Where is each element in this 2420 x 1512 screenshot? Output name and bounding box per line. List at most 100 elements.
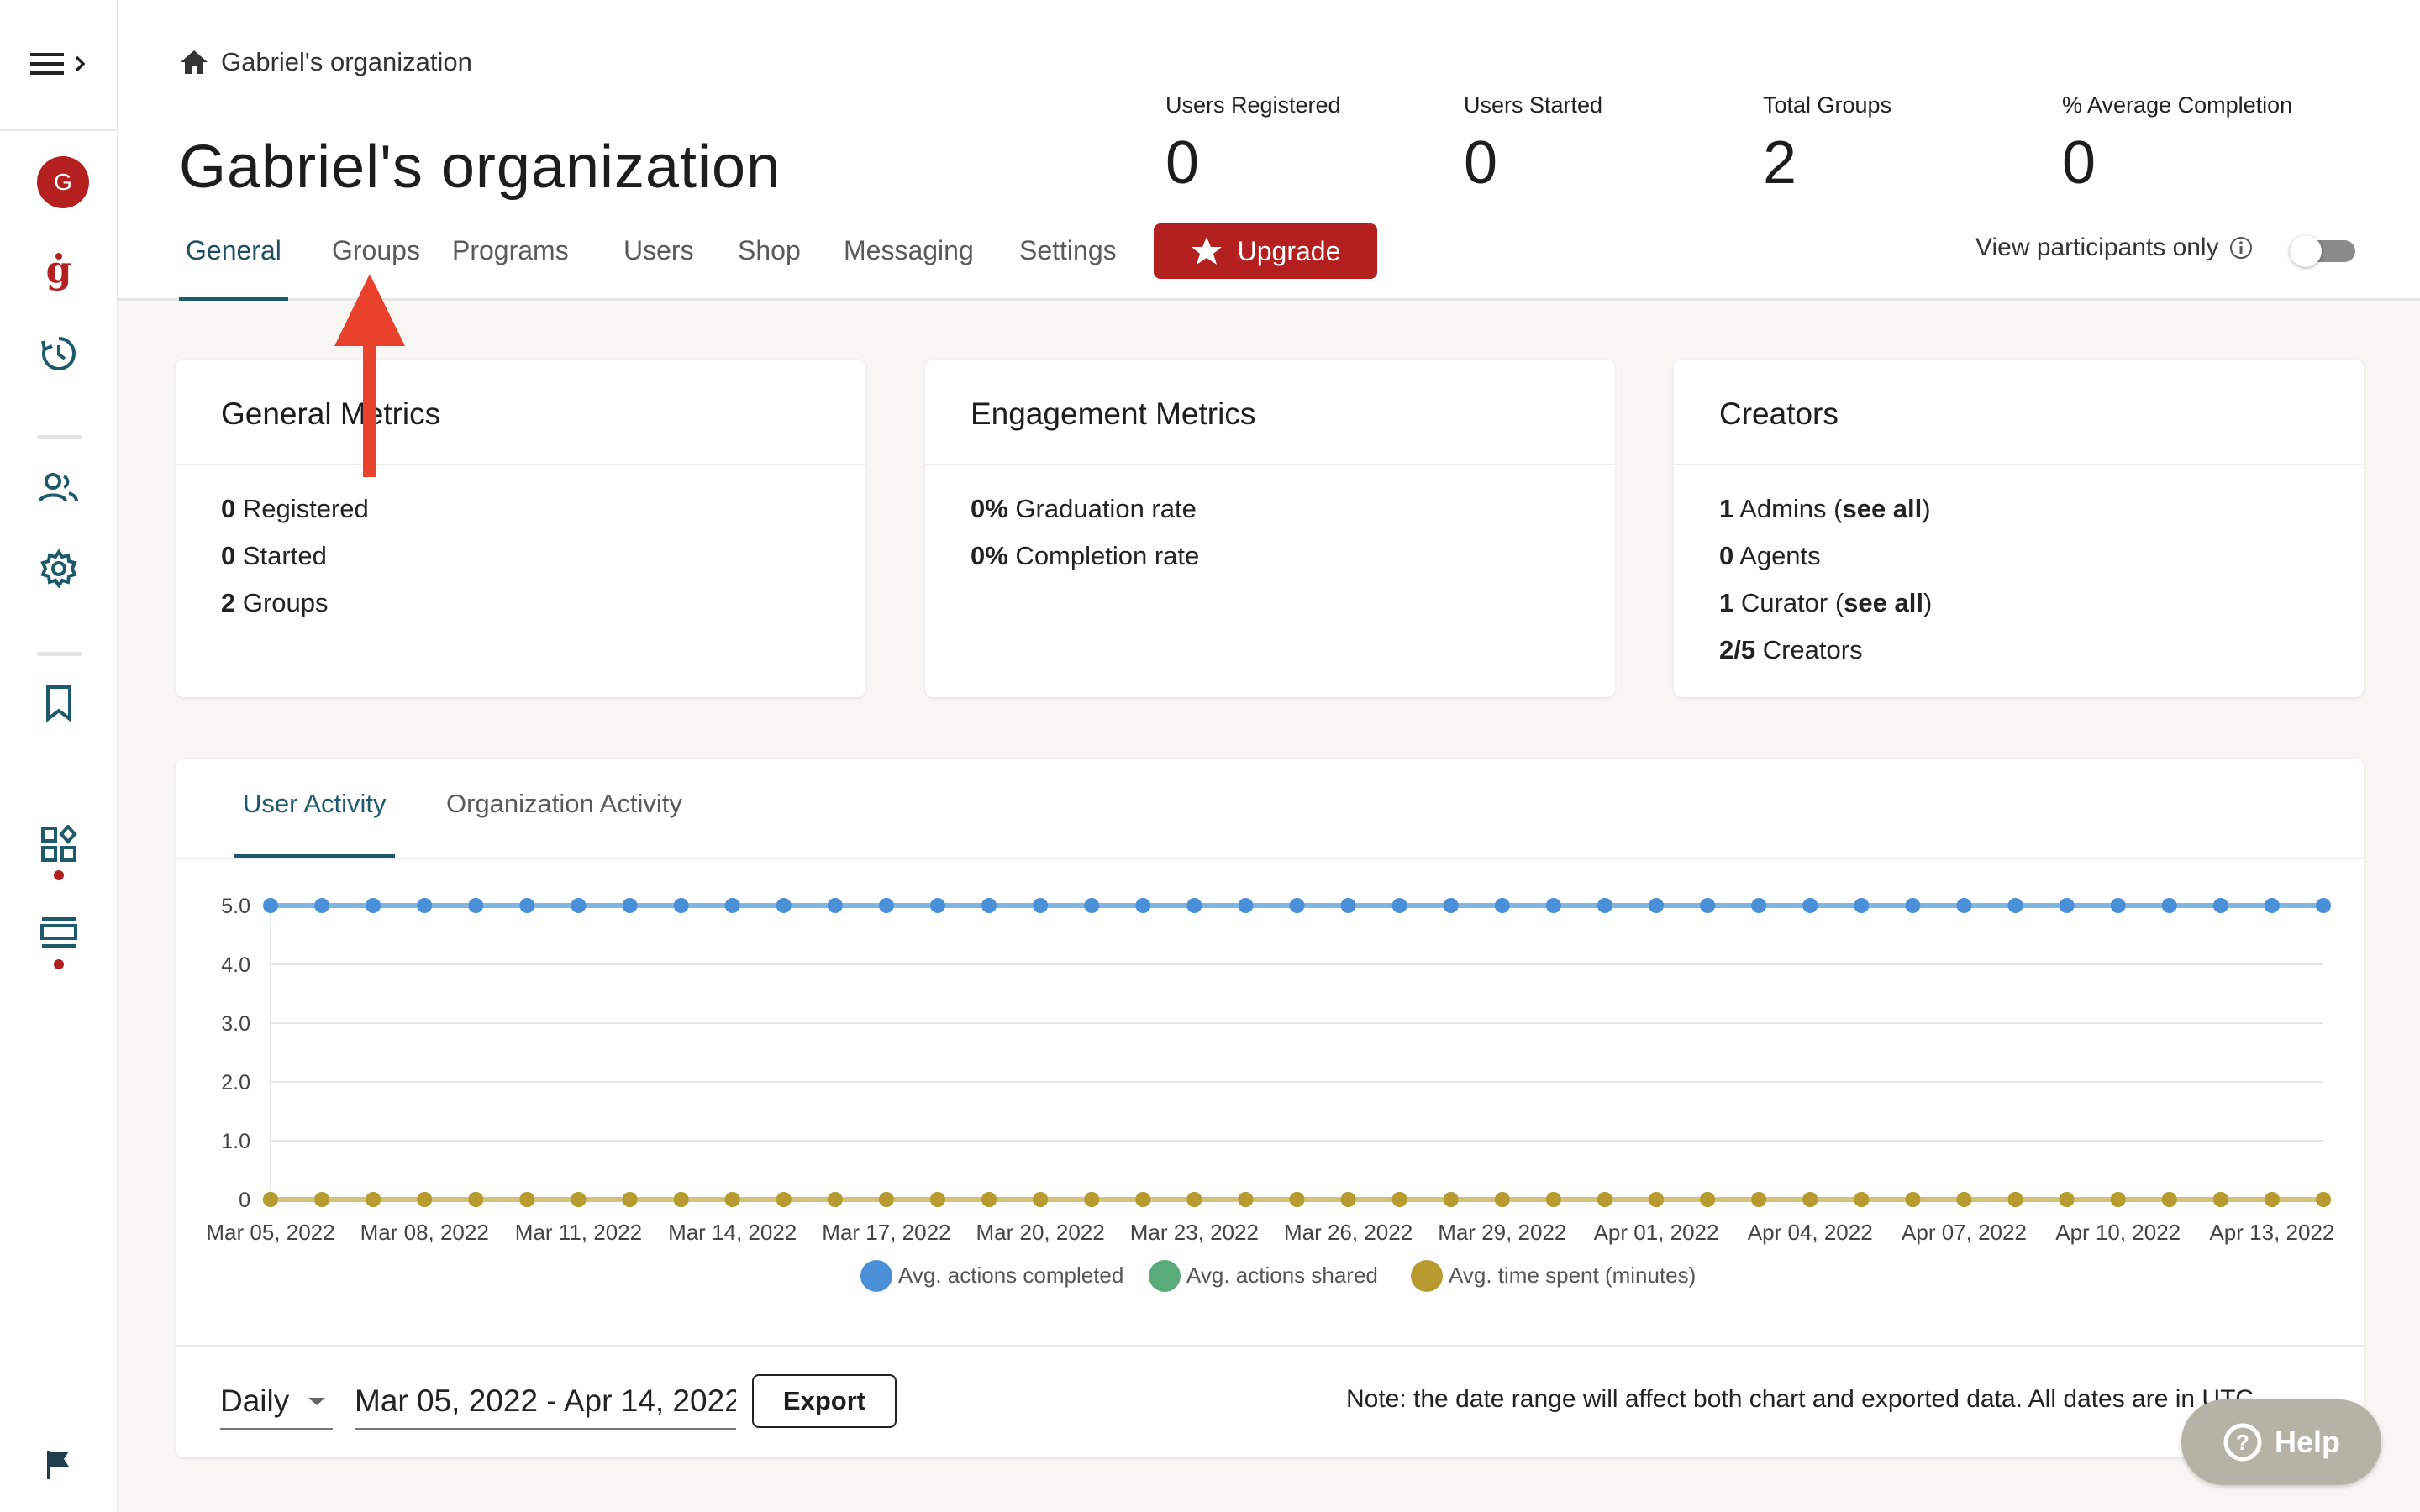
data-point [2110, 898, 2126, 913]
data-point [622, 898, 638, 913]
chevron-right-icon [75, 55, 86, 72]
user-activity-chart: 0 1.0 2.0 3.0 4.0 5.0 Mar 05, 2022 Mar 08, 2022… [206, 895, 2334, 1292]
data-point [1084, 1192, 1100, 1207]
card-divider [1674, 464, 2364, 465]
data-point [1494, 898, 1510, 913]
legend-label: Avg. actions completed [898, 1263, 1123, 1288]
creators-card: Creators 1 Admins (see all) 0 Agents 1 C… [1674, 360, 2364, 697]
data-point [1084, 898, 1100, 913]
stat-label: Users Registered [1165, 92, 1341, 118]
x-tick-label: Apr 13, 2022 [2209, 1220, 2334, 1245]
sidebar: G g [0, 0, 118, 1512]
data-point [1186, 1192, 1202, 1207]
star-icon [1191, 237, 1222, 265]
apps-icon[interactable] [38, 823, 80, 865]
data-point [1545, 898, 1561, 913]
help-button[interactable]: ? Help [2181, 1399, 2381, 1485]
users-icon[interactable] [38, 467, 80, 509]
x-tick-label: Apr 10, 2022 [2055, 1220, 2181, 1245]
stat-users-started: Users Started 0 [1464, 92, 1602, 197]
metric-completion-rate: 0% Completion rate [971, 541, 1200, 570]
breadcrumb[interactable]: Gabriel's organization [179, 47, 472, 77]
stat-average-completion: % Average Completion 0 [2062, 92, 2292, 197]
history-icon[interactable] [38, 333, 80, 375]
flag-icon[interactable] [38, 1443, 80, 1485]
notification-dot [54, 959, 64, 969]
data-point [878, 898, 894, 913]
data-point [2212, 898, 2228, 913]
avatar[interactable]: G [37, 156, 89, 208]
x-tick-label: Mar 05, 2022 [206, 1220, 334, 1245]
data-point [724, 1192, 740, 1207]
data-point [673, 898, 689, 913]
metric-admins: 1 Admins (see all) [1719, 494, 1931, 523]
interval-value: Daily [220, 1383, 290, 1418]
engagement-metrics-card: Engagement Metrics 0% Graduation rate 0%… [925, 360, 1615, 697]
interval-select[interactable]: Daily [220, 1374, 333, 1430]
data-point [1956, 1192, 1972, 1207]
breadcrumb-label: Gabriel's organization [221, 47, 472, 76]
tab-programs[interactable]: Programs [445, 235, 576, 301]
upgrade-label: Upgrade [1237, 235, 1341, 266]
sidebar-divider [0, 129, 118, 131]
see-all-curators-link[interactable]: see all [1844, 588, 1923, 617]
data-point [2264, 898, 2280, 913]
data-point [468, 1192, 484, 1207]
tab-shop[interactable]: Shop [731, 235, 808, 301]
see-all-admins-link[interactable]: see all [1842, 494, 1922, 523]
data-point [1802, 898, 1818, 913]
upgrade-button[interactable]: Upgrade [1154, 223, 1377, 279]
page-title: Gabriel's organization [179, 134, 781, 201]
date-range-input[interactable]: Mar 05, 2022 - Apr 14, 2022 [355, 1374, 736, 1430]
layout-icon[interactable] [38, 912, 80, 954]
x-tick-label: Mar 08, 2022 [360, 1220, 489, 1245]
view-participants-text: View participants only [1975, 234, 2219, 261]
bookmark-icon[interactable] [38, 682, 80, 724]
menu-icon [30, 53, 64, 75]
data-point [2059, 1192, 2075, 1207]
legend-label: Avg. actions shared [1186, 1263, 1378, 1288]
data-point [2316, 1192, 2331, 1207]
data-point [981, 898, 997, 913]
tab-general[interactable]: General [179, 235, 288, 301]
sidebar-divider [37, 435, 82, 439]
gear-icon[interactable] [38, 548, 80, 590]
x-tick-label: Apr 04, 2022 [1748, 1220, 1873, 1245]
x-tick-label: Apr 07, 2022 [1902, 1220, 2027, 1245]
export-button[interactable]: Export [752, 1374, 897, 1428]
toggle-thumb [2290, 235, 2322, 267]
data-point [1340, 898, 1356, 913]
tab-messaging[interactable]: Messaging [837, 235, 981, 301]
caret-down-icon [308, 1398, 326, 1405]
info-icon[interactable] [2229, 236, 2253, 260]
card-title: General Metrics [221, 396, 441, 431]
sidebar-toggle-button[interactable] [30, 49, 91, 79]
data-point [1905, 1192, 1921, 1207]
arrow-up-annotation [334, 274, 405, 477]
data-point [1905, 898, 1921, 913]
x-tick-label: Mar 14, 2022 [668, 1220, 797, 1245]
brand-logo-icon[interactable]: g [38, 252, 80, 294]
stat-value: 0 [1464, 129, 1498, 197]
legend-marker [1149, 1260, 1181, 1292]
data-point [1700, 1192, 1716, 1207]
x-tick-label: Mar 29, 2022 [1438, 1220, 1566, 1245]
data-point [2059, 898, 2075, 913]
help-icon: ? [2223, 1423, 2262, 1462]
data-point [724, 898, 740, 913]
stat-value: 0 [2062, 129, 2096, 197]
data-point [1340, 1192, 1356, 1207]
y-tick-label: 4.0 [221, 953, 250, 977]
data-point [673, 1192, 689, 1207]
data-point [1802, 1192, 1818, 1207]
y-tick-label: 0 [239, 1189, 250, 1212]
x-tick-label: Mar 26, 2022 [1284, 1220, 1413, 1245]
tab-users[interactable]: Users [617, 235, 701, 301]
data-point [1238, 1192, 1254, 1207]
tab-settings[interactable]: Settings [1013, 235, 1123, 301]
view-participants-toggle[interactable] [2290, 235, 2359, 267]
data-point [1033, 898, 1049, 913]
general-metrics-card: General Metrics 0 Registered 0 Started 2… [176, 360, 865, 697]
data-point [571, 1192, 587, 1207]
x-tick-label: Apr 01, 2022 [1594, 1220, 1719, 1245]
